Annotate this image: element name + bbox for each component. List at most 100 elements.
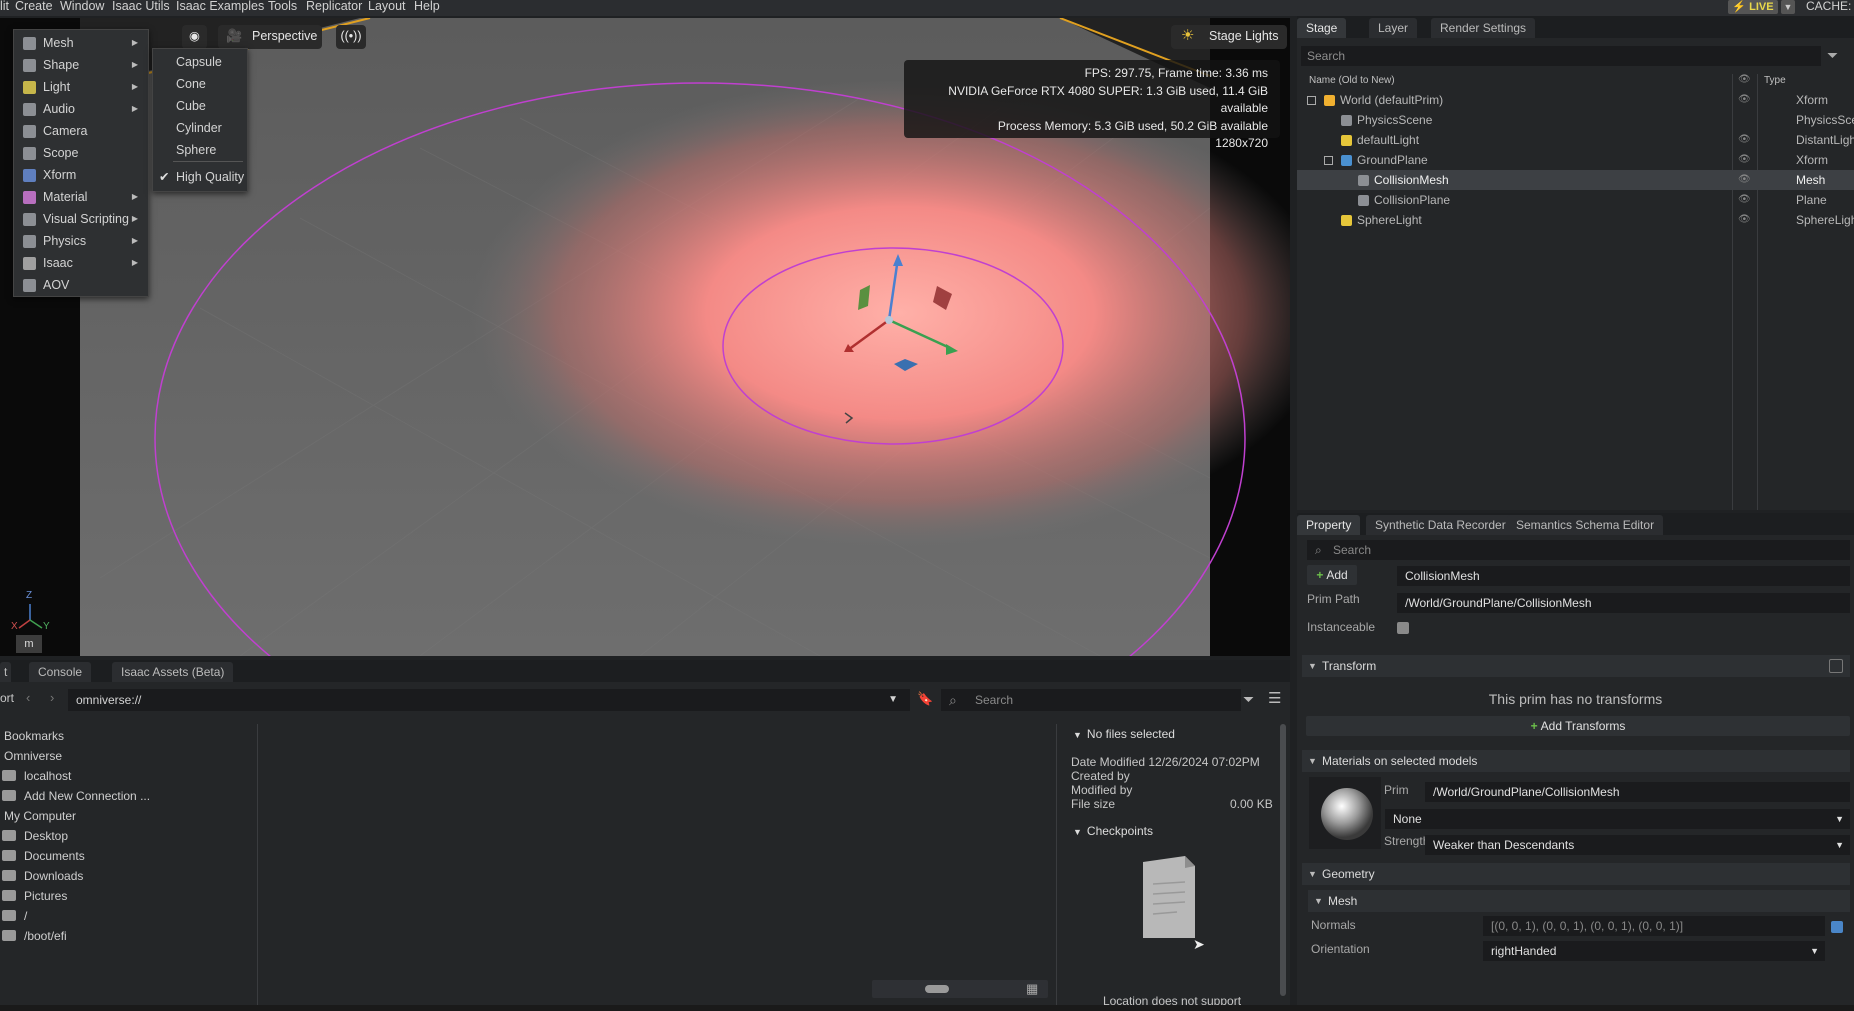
create-menu-item-scope[interactable]: Scope [14,142,148,164]
visibility-eye-icon[interactable]: ◉ [182,25,207,49]
menu-isaac-examples[interactable]: Isaac Examples [176,0,264,16]
scrollbar[interactable] [1280,724,1286,996]
create-menu-item-aov[interactable]: AOV [14,274,148,296]
checkpoints-header[interactable]: ▼ Checkpoints [1073,824,1153,838]
prim-path-field[interactable]: /World/GroundPlane/CollisionMesh [1397,593,1850,613]
zoom-slider-handle[interactable] [925,985,949,993]
create-menu-item-camera[interactable]: Camera [14,120,148,142]
content-tree-item[interactable]: Documents [2,847,85,865]
stage-tree-row[interactable]: CollisionPlane 👁 Plane [1297,190,1854,210]
content-tree-item[interactable]: localhost [2,767,71,785]
stage-lights-button[interactable]: ☀ Stage Lights [1171,25,1287,49]
transform-menu-icon[interactable] [1829,659,1843,673]
create-menu-item-audio[interactable]: Audio ▶ [14,98,148,120]
create-menu-item-isaac[interactable]: Isaac ▶ [14,252,148,274]
grid-view-icon[interactable]: ▦ [1026,981,1038,997]
tab-stage[interactable]: Stage [1297,18,1347,38]
submenu-high-quality[interactable]: ✔ High Quality [153,166,247,188]
tab-isaac-assets[interactable]: Isaac Assets (Beta) [112,662,234,682]
visibility-eye-icon[interactable]: 👁 [1738,130,1751,150]
content-search-input[interactable]: ⌕ Search [941,689,1241,711]
collapse-toggle-icon[interactable] [1324,156,1333,165]
material-select[interactable]: None ▼ [1385,809,1850,829]
collapse-toggle-icon[interactable] [1307,96,1316,105]
submenu-sphere[interactable]: Sphere [153,139,247,161]
create-menu-item-shape[interactable]: Shape ▶ [14,54,148,76]
material-prim-field[interactable]: /World/GroundPlane/CollisionMesh [1425,782,1850,802]
stage-tree-row[interactable]: defaultLight 👁 DistantLight [1297,130,1854,150]
menu-help[interactable]: Help [414,0,440,16]
section-mesh[interactable]: ▼ Mesh [1308,890,1850,912]
visibility-eye-icon[interactable]: 👁 [1738,190,1751,210]
content-tree-item[interactable]: My Computer [4,807,76,825]
hamburger-menu-icon[interactable]: ☰ [1268,689,1281,707]
cache-status[interactable]: CACHE: [1806,0,1851,12]
tab-console[interactable]: Console [29,662,92,682]
section-transform[interactable]: ▼ Transform [1302,655,1850,677]
tab-content[interactable]: t [0,662,12,682]
stage-tree-row[interactable]: World (defaultPrim) 👁 Xform [1297,90,1854,110]
unit-button[interactable]: m [16,635,42,653]
menu-layout[interactable]: Layout [368,0,406,16]
tab-synthetic-data-recorder[interactable]: Synthetic Data Recorder [1366,515,1515,535]
content-tree-item[interactable]: Desktop [2,827,68,845]
strength-select[interactable]: Weaker than Descendants ▼ [1425,835,1850,855]
stage-tree-row[interactable]: GroundPlane 👁 Xform [1297,150,1854,170]
content-tree-item[interactable]: Bookmarks [4,727,64,745]
add-transforms-button[interactable]: + Add Transforms [1306,716,1850,736]
create-menu-item-light[interactable]: Light ▶ [14,76,148,98]
tab-layer[interactable]: Layer [1369,18,1418,38]
camera-perspective-button[interactable]: 🎥 Perspective [218,25,322,49]
visibility-eye-icon[interactable]: 👁 [1738,210,1751,230]
submenu-cone[interactable]: Cone [153,73,247,95]
import-button[interactable]: ort [0,691,14,705]
normals-indicator[interactable] [1831,921,1843,933]
bookmark-icon[interactable]: 🔖 [917,691,933,707]
menu-window[interactable]: Window [60,0,104,16]
path-input[interactable]: omniverse:// ▼ [68,689,910,711]
add-button[interactable]: + Add [1307,565,1357,585]
stage-tree-row[interactable]: SphereLight 👁 SphereLight [1297,210,1854,230]
content-tree-item[interactable]: Omniverse [4,747,62,765]
back-icon[interactable]: ‹ [26,690,30,705]
no-files-selected-header[interactable]: ▼ No files selected [1073,727,1175,741]
submenu-capsule[interactable]: Capsule [153,51,247,73]
forward-icon[interactable]: › [50,690,54,705]
live-button[interactable]: ⚡ LIVE [1728,0,1778,14]
tab-property[interactable]: Property [1297,515,1361,535]
broadcast-icon[interactable]: ((•)) [336,25,366,49]
submenu-cylinder[interactable]: Cylinder [153,117,247,139]
menu-isaac-utils[interactable]: Isaac Utils [112,0,170,16]
prim-name-field[interactable]: CollisionMesh [1397,566,1850,586]
content-tree-item[interactable]: Add New Connection ... [2,787,150,805]
live-dropdown-icon[interactable]: ▼ [1781,0,1795,14]
menu-create[interactable]: Create [15,0,53,16]
section-materials[interactable]: ▼ Materials on selected models [1302,750,1850,772]
filter-icon[interactable]: ⏷ [1827,47,1838,64]
section-geometry[interactable]: ▼ Geometry [1302,863,1850,885]
column-type[interactable]: Type [1764,75,1786,86]
menu-edit[interactable]: lit [0,0,9,16]
visibility-eye-icon[interactable]: 👁 [1738,170,1751,190]
filter-icon[interactable]: ⏷ [1243,691,1254,708]
stage-search-input[interactable]: Search [1301,46,1821,66]
content-tree-item[interactable]: Pictures [2,887,67,905]
zoom-slider[interactable]: ▦ [872,980,1048,998]
create-menu-item-mesh[interactable]: Mesh ▶ [14,32,148,54]
create-menu-item-xform[interactable]: Xform [14,164,148,186]
visibility-eye-icon[interactable]: 👁 [1738,90,1751,110]
create-menu-item-physics[interactable]: Physics ▶ [14,230,148,252]
orientation-select[interactable]: rightHanded ▼ [1483,941,1825,961]
submenu-cube[interactable]: Cube [153,95,247,117]
content-tree-item[interactable]: Downloads [2,867,83,885]
instanceable-checkbox[interactable] [1397,622,1409,634]
content-tree-item[interactable]: / [2,907,27,925]
create-menu-item-material[interactable]: Material ▶ [14,186,148,208]
create-menu-item-visual-scripting[interactable]: Visual Scripting ▶ [14,208,148,230]
content-tree-item[interactable]: /boot/efi [2,927,67,945]
stage-tree-row[interactable]: PhysicsScene PhysicsScene [1297,110,1854,130]
property-search-input[interactable]: ⌕ Search [1307,540,1850,560]
menu-tools[interactable]: Tools [268,0,297,16]
tab-render-settings[interactable]: Render Settings [1431,18,1536,38]
column-name[interactable]: Name (Old to New) [1309,75,1395,86]
